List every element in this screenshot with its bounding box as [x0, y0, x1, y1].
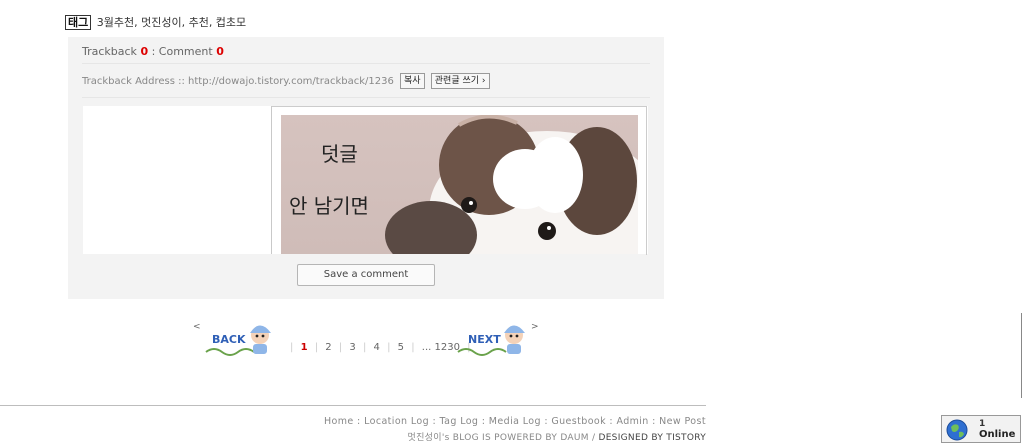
page-divider: | [411, 342, 415, 353]
related-post-button[interactable]: 관련글 쓰기 › [430, 73, 490, 89]
count-separator: : [151, 45, 159, 58]
page-divider: | [290, 342, 294, 353]
divider [82, 63, 650, 64]
online-counter-widget[interactable]: 1 Online [941, 415, 1021, 443]
page-link[interactable]: 3 [349, 342, 355, 353]
page-link-current[interactable]: 1 [301, 342, 308, 353]
page-link[interactable]: 5 [398, 342, 404, 353]
trackback-link[interactable]: Trackback [82, 45, 137, 58]
globe-icon [946, 419, 968, 441]
comment-panel: Trackback 0 : Comment 0 Trackback Addres… [68, 37, 664, 299]
tags-row: 태그 3월추천, 멋진성이, 추천, 컵초모 [65, 14, 246, 30]
page-link-last[interactable]: ... 1230 [422, 342, 460, 353]
page-link[interactable]: 2 [325, 342, 331, 353]
copy-button[interactable]: 복사 [400, 73, 425, 89]
page-divider: | [387, 342, 391, 353]
save-comment-button[interactable]: Save a comment [297, 264, 435, 286]
image-caption-line2: 안 남기면 [289, 194, 369, 218]
prev-arrow: < [193, 322, 201, 332]
page-divider: | [314, 342, 319, 353]
comment-content-area: 덧글 안 남기면 [83, 106, 648, 255]
page-numbers: | 1 | 2 | 3 | 4 | 5 | ... 1230 | [286, 342, 475, 353]
trackback-count: 0 [140, 45, 149, 58]
pagination: < BACK | 1 | 2 | 3 | 4 | 5 | ... 1230 | … [190, 318, 550, 358]
powered-by-text: 멋진성이's BLOG IS POWERED BY DAUM / [407, 433, 599, 443]
back-label: BACK [212, 333, 246, 346]
divider [82, 97, 650, 98]
comment-count: 0 [216, 45, 224, 58]
trackback-address-row: Trackback Address :: http://dowajo.tisto… [82, 73, 490, 89]
trackback-address: Trackback Address :: http://dowajo.tisto… [82, 76, 394, 87]
footer-nav-links[interactable]: Home : Location Log : Tag Log : Media Lo… [324, 416, 706, 427]
tag-list[interactable]: 3월추천, 멋진성이, 추천, 컵초모 [97, 16, 246, 29]
next-arrow: > [531, 322, 539, 332]
online-count: 1 [979, 419, 986, 429]
page-link[interactable]: 4 [374, 342, 380, 353]
comment-link[interactable]: Comment [159, 45, 213, 58]
trackback-comment-counts: Trackback 0 : Comment 0 [82, 45, 224, 58]
back-button[interactable]: BACK [202, 320, 278, 358]
online-label: Online [979, 429, 1016, 440]
image-caption-line1: 덧글 [321, 142, 358, 166]
puppy-image: 덧글 안 남기면 [281, 115, 638, 254]
next-label: NEXT [468, 333, 501, 346]
page-divider: | [338, 342, 343, 353]
page-divider: | [362, 342, 367, 353]
next-button[interactable]: NEXT [456, 320, 532, 358]
footer-credit: 멋진성이's BLOG IS POWERED BY DAUM / DESIGNE… [408, 430, 707, 443]
tag-label: 태그 [65, 15, 92, 30]
designed-by-text[interactable]: DESIGNED BY TISTORY [598, 433, 706, 443]
page-edge-line [1021, 313, 1022, 398]
footer-divider [0, 405, 706, 406]
